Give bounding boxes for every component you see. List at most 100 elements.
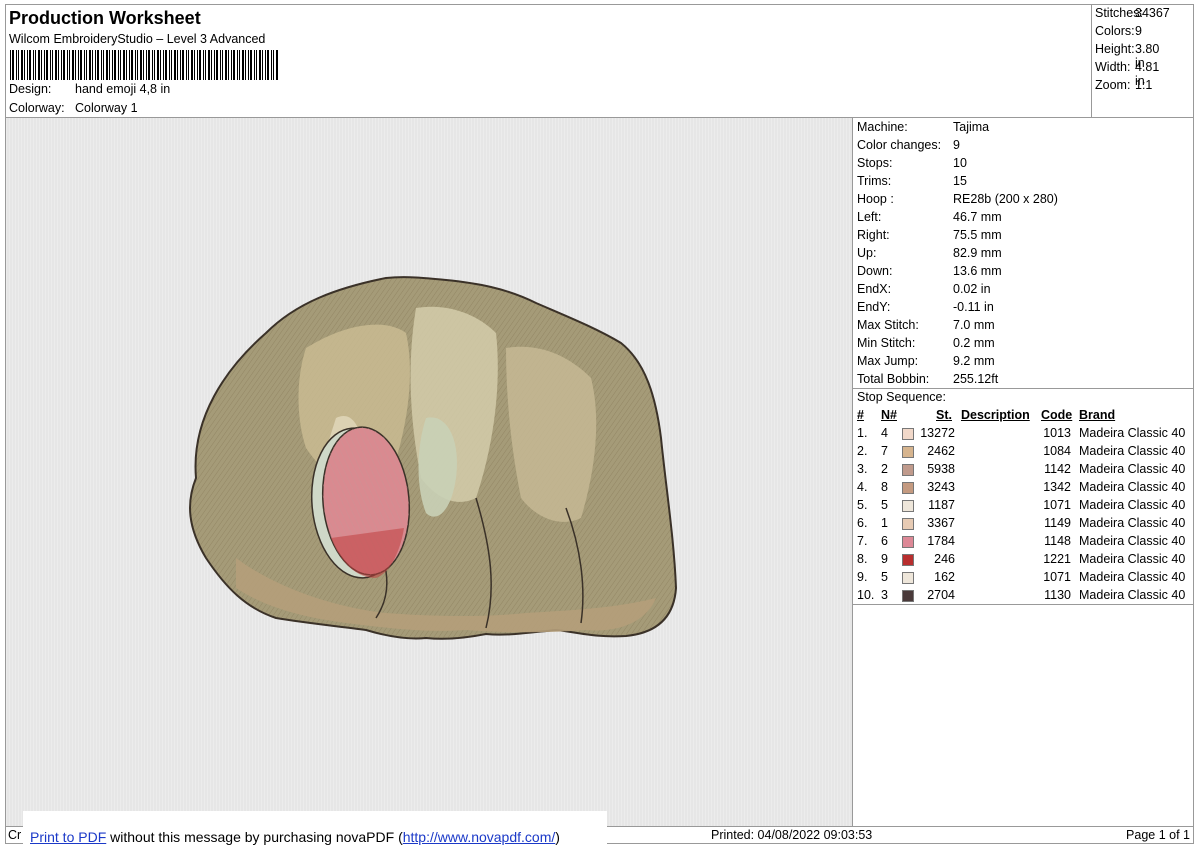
info-row: Up: 82.9 mm [857,246,1002,260]
col-header-stitches: St. [936,408,952,422]
barcode-bar [169,50,170,80]
barcode-bar [50,50,51,80]
barcode-bar [89,50,91,80]
stop-sequence-title: Stop Sequence: [857,390,946,404]
footer-cr-text: Cr [8,828,22,842]
fist-embroidery-image [189,276,678,640]
barcode-bar [214,50,215,80]
info-value: 0.2 mm [953,336,995,350]
seq-row-brand: Madeira Classic 40 [1079,570,1186,584]
color-swatch [902,464,914,476]
color-swatch [902,590,914,602]
seq-row-needle: 3 [881,588,888,602]
seq-row-stitches: 3367 [927,516,955,530]
section-divider [853,604,1194,605]
barcode-bar [27,50,28,80]
info-value: 255.12ft [953,372,999,386]
pdf-message: Print to PDF without this message by pur… [30,829,560,845]
info-row: Min Stitch: 0.2 mm [857,336,995,350]
seq-row-code: 1071 [1043,498,1071,512]
seq-row-needle: 1 [881,516,888,530]
color-swatch [902,518,914,530]
barcode-bar [135,50,136,80]
barcode-bar [101,50,102,80]
design-preview [6,118,853,826]
info-row: EndY: -0.11 in [857,300,994,314]
barcode-bar [171,50,172,80]
barcode-bar [177,50,178,80]
barcode-bar [80,50,82,80]
barcode-bar [126,50,127,80]
barcode-bar [165,50,167,80]
info-label: Color changes: [857,138,942,152]
novapdf-url-link[interactable]: http://www.novapdf.com/ [403,829,556,845]
seq-row-brand: Madeira Classic 40 [1079,552,1186,566]
info-row: Total Bobbin: 255.12ft [857,372,998,386]
info-value: 9.2 mm [953,354,995,368]
barcode-bar [46,50,48,80]
seq-row-brand: Madeira Classic 40 [1079,588,1186,602]
barcode-bar [109,50,110,80]
barcode-bar [197,50,198,80]
info-label: Total Bobbin: [857,372,930,386]
barcode-bar [118,50,119,80]
barcode-bar [61,50,62,80]
summary-label: Colors: [1095,24,1135,38]
barcode-bar [29,50,31,80]
seq-row-code: 1142 [1044,462,1071,476]
barcode-bar [112,50,113,80]
seq-row-index: 2. [857,444,868,458]
seq-row-needle: 5 [881,498,888,512]
barcode-bar [63,50,65,80]
print-to-pdf-link[interactable]: Print to PDF [30,829,106,845]
col-header-needle: N# [881,408,897,422]
barcode-bar [154,50,155,80]
seq-row-brand: Madeira Classic 40 [1079,498,1186,512]
barcode-bar [262,50,263,80]
barcode-bar [131,50,133,80]
seq-row-stitches: 246 [934,552,955,566]
summary-row: Colors: 9 [1095,24,1142,38]
info-label: Right: [857,228,890,242]
info-label: Left: [857,210,882,224]
seq-row-stitches: 2704 [927,588,955,602]
page-number: Page 1 of 1 [1126,828,1190,842]
barcode-bar [180,50,181,80]
colorway-label: Colorway: [9,101,65,115]
barcode-bar [222,50,223,80]
barcode-bar [44,50,45,80]
barcode-bar [259,50,261,80]
barcode-bar [248,50,249,80]
info-label: Max Stitch: [857,318,919,332]
barcode-bar [225,50,227,80]
seq-row-index: 7. [857,534,868,548]
barcode-bar [233,50,235,80]
barcode-bar [182,50,184,80]
seq-row-needle: 5 [881,570,888,584]
barcode-bar [199,50,201,80]
info-value: 7.0 mm [953,318,995,332]
barcode-bar [120,50,121,80]
barcode-bar [239,50,240,80]
seq-row-brand: Madeira Classic 40 [1079,462,1186,476]
seq-row-index: 8. [857,552,868,566]
seq-row-index: 3. [857,462,868,476]
info-label: Up: [857,246,877,260]
seq-row-needle: 9 [881,552,888,566]
info-row: Trims: 15 [857,174,967,188]
barcode-bar [33,50,34,80]
barcode-bar [265,50,266,80]
barcode-bar [137,50,138,80]
software-name: Wilcom EmbroideryStudio – Level 3 Advanc… [9,32,266,46]
seq-row-brand: Madeira Classic 40 [1079,534,1186,548]
barcode-bar [12,50,14,80]
section-divider [853,388,1194,389]
barcode-bar [203,50,204,80]
design-row: Design: hand emoji 4,8 in [9,82,170,96]
barcode-bar [58,50,59,80]
barcode [10,50,278,80]
info-value: 82.9 mm [953,246,1002,260]
info-value: 75.5 mm [953,228,1002,242]
info-value: 46.7 mm [953,210,1002,224]
barcode-bar [67,50,68,80]
